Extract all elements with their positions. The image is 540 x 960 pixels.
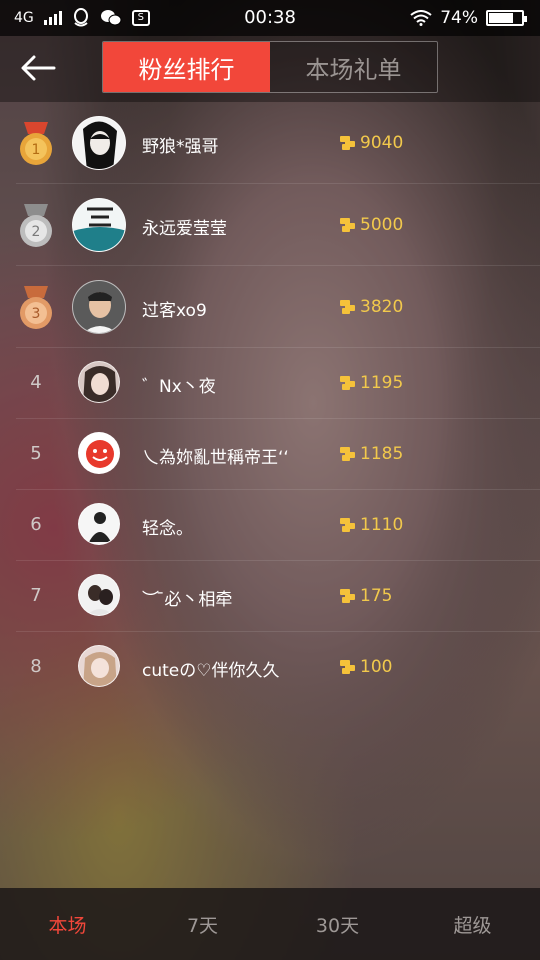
nav-super[interactable]: 超级 [405,888,540,960]
ranking-row[interactable]: 5 乀為妳亂世稱帝王‘‘ 1185 [16,419,540,490]
avatar-image [83,121,117,169]
battery-icon [486,10,527,26]
avatar-image [73,207,125,251]
nav-30-days[interactable]: 30天 [270,888,405,960]
user-name: 乀為妳亂世稱帝王‘‘ [142,448,289,468]
user-name: 永远爱莹莹 [142,219,227,239]
avatar[interactable] [72,116,126,170]
avatar[interactable] [78,503,120,545]
bottom-nav: 本场 7天 30天 超级 [0,888,540,960]
back-arrow-icon[interactable] [18,50,58,86]
score: 9040 [340,133,403,153]
ranking-list: 1 野狼*强哥 9040 2 永远爱莹莹 5000 3 过客xo9 3820 4… [0,102,540,702]
bronze-medal-icon: 3 [20,286,52,329]
user-name: ︶ ̄必丶相牵 [142,590,233,610]
score: 1185 [340,444,403,464]
user-name: 过客xo9 [142,301,207,321]
coin-icon [340,218,356,232]
score-value: 175 [360,586,393,606]
score-value: 100 [360,657,393,677]
avatar-image [86,440,114,468]
battery-percent: 74% [440,8,478,28]
avatar[interactable] [78,361,120,403]
ranking-row[interactable]: 8 cuteの♡伴你久久 100 [16,632,540,702]
medal-number: 2 [32,224,41,240]
score-value: 1195 [360,373,404,393]
tab-bar: 粉丝排行 本场礼单 [102,41,438,93]
nav-this-show[interactable]: 本场 [0,888,135,960]
avatar[interactable] [78,432,120,474]
rank-number: 7 [30,585,42,606]
wifi-icon [410,10,432,26]
medal-number: 3 [32,306,41,322]
coin-icon [340,300,356,314]
rank-number: 8 [30,656,42,677]
score: 5000 [340,215,403,235]
score-value: 1110 [360,515,404,535]
coin-icon [340,589,356,603]
ranking-row[interactable]: 2 永远爱莹莹 5000 [16,184,540,266]
score: 100 [340,657,392,677]
tab-fan-ranking[interactable]: 粉丝排行 [103,42,270,92]
nav-7-days[interactable]: 7天 [135,888,270,960]
score-value: 9040 [360,133,404,153]
silver-medal-icon: 2 [20,204,52,247]
avatar[interactable] [78,645,120,687]
user-name: ゛Nx丶夜 [142,377,216,397]
rank-number: 6 [30,514,42,535]
ranking-row[interactable]: 4 ゛Nx丶夜 1195 [16,348,540,419]
user-name: 野狼*强哥 [142,137,219,157]
coin-icon [340,136,356,150]
score: 1195 [340,373,403,393]
rank-number: 4 [30,372,42,393]
status-bar: 4G S 00:38 74% [0,0,540,36]
score: 1110 [340,515,403,535]
ranking-row[interactable]: 6 轻念。 1110 [16,490,540,561]
ranking-row[interactable]: 1 野狼*强哥 9040 [16,102,540,184]
score: 175 [340,586,392,606]
ranking-row[interactable]: 3 过客xo9 3820 [16,266,540,348]
avatar-image [83,366,117,402]
status-right: 74% [410,0,527,36]
score-value: 3820 [360,297,404,317]
avatar-image [89,512,111,542]
coin-icon [340,376,356,390]
avatar-image [87,585,113,615]
gold-medal-icon: 1 [20,122,52,165]
header: 粉丝排行 本场礼单 [0,36,540,102]
user-name: cuteの♡伴你久久 [142,661,280,681]
avatar[interactable] [72,198,126,252]
ranking-row[interactable]: 7 ︶ ̄必丶相牵 175 [16,561,540,632]
tab-gift-list[interactable]: 本场礼单 [270,42,437,92]
coin-icon [340,518,356,532]
rank-number: 5 [30,443,42,464]
coin-icon [340,660,356,674]
avatar[interactable] [72,280,126,334]
score: 3820 [340,297,403,317]
avatar-image [83,652,117,686]
score-value: 1185 [360,444,404,464]
coin-icon [340,447,356,461]
user-name: 轻念。 [142,519,193,539]
avatar-image [83,292,117,333]
avatar[interactable] [78,574,120,616]
score-value: 5000 [360,215,404,235]
battery-fill [489,13,513,23]
medal-number: 1 [32,142,41,158]
